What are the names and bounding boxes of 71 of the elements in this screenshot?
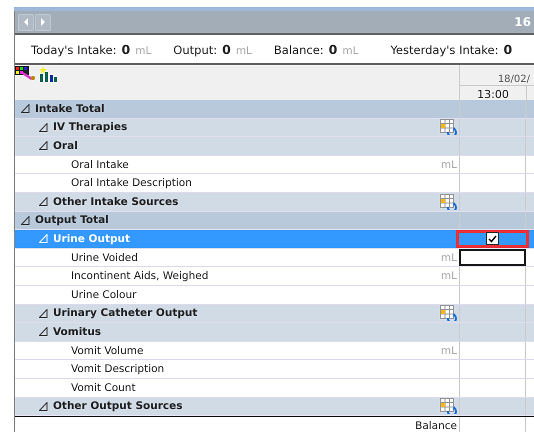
checkbox[interactable] <box>486 232 499 246</box>
row-label: Urine Voided <box>71 252 138 264</box>
table-cell[interactable] <box>459 248 526 266</box>
row-label: Urinary Catheter Output <box>53 307 198 320</box>
tree-row[interactable]: Vomitus <box>15 323 534 342</box>
right-arrow-icon <box>40 18 46 26</box>
expanded-triangle-icon[interactable] <box>39 122 48 132</box>
grid-refresh-icon[interactable] <box>440 398 457 414</box>
tree-row[interactable]: Urinary Catheter Output <box>15 304 534 324</box>
summary-value: 0 <box>222 42 231 56</box>
tree-row[interactable]: IV Therapies <box>15 118 534 138</box>
tree-row[interactable]: Vomit Description <box>15 360 534 379</box>
tree-row[interactable]: Urine Colour <box>15 286 534 305</box>
expanded-triangle-icon[interactable] <box>39 197 48 206</box>
summary-value: 0 <box>328 42 338 56</box>
next-button[interactable] <box>35 14 51 30</box>
unit-label: mL <box>236 44 252 56</box>
unit-label: mL <box>342 44 358 56</box>
tree-row[interactable]: Urine Voided mL <box>15 248 534 268</box>
balance-label: Balance <box>415 420 457 432</box>
tree-row[interactable]: Other Output Sources <box>15 398 534 416</box>
summary-label: Output: <box>173 42 218 56</box>
row-label: Other Output Sources <box>53 400 182 412</box>
unit-label: mL <box>440 158 457 171</box>
column-date: 18/02/ <box>460 74 534 86</box>
row-label: Incontinent Aids, Weighed <box>71 270 208 282</box>
row-label: Vomitus <box>53 326 102 338</box>
bar-chart-icon[interactable] <box>38 66 58 82</box>
tree-row[interactable]: Incontinent Aids, Weighed mL <box>15 267 534 286</box>
previous-button[interactable] <box>18 14 34 30</box>
palette-brush-icon[interactable] <box>15 66 37 80</box>
grid-refresh-icon[interactable] <box>440 194 457 210</box>
summary-label: Yesterday's Intake: <box>390 42 499 56</box>
expanded-triangle-icon[interactable] <box>21 216 30 225</box>
left-arrow-icon <box>23 18 29 26</box>
expanded-triangle-icon[interactable] <box>39 141 48 150</box>
row-label: Urine Colour <box>71 288 136 301</box>
tree-row[interactable]: Oral <box>15 137 534 156</box>
row-label: Vomit Count <box>71 382 136 394</box>
tree-row[interactable]: Other Intake Sources <box>15 192 534 212</box>
tree-row[interactable]: Vomit Volume mL <box>15 342 534 360</box>
summary-label: Balance: <box>274 42 324 56</box>
summary-value: 0 <box>504 42 512 56</box>
row-label: Oral <box>53 140 78 152</box>
row-label: Oral Intake Description <box>71 177 192 190</box>
row-label: IV Therapies <box>53 121 128 134</box>
tree-row[interactable]: Vomit Count <box>15 378 534 398</box>
row-label: Oral Intake <box>71 158 129 171</box>
table-cell[interactable] <box>456 230 529 248</box>
row-label: Intake Total <box>35 102 105 115</box>
tree-row[interactable]: Output Total <box>15 212 534 230</box>
unit-label: mL <box>440 270 457 282</box>
header-date: 16 <box>514 15 531 29</box>
expanded-triangle-icon[interactable] <box>39 402 48 411</box>
tree-row[interactable]: Oral Intake mL <box>15 156 534 174</box>
expanded-triangle-icon[interactable] <box>39 327 48 336</box>
row-label: Vomit Description <box>71 363 164 376</box>
tree-row[interactable]: Intake Total <box>15 100 534 119</box>
unit-label: mL <box>440 344 457 357</box>
expanded-triangle-icon[interactable] <box>39 308 48 318</box>
summary-value: 0 <box>122 42 130 56</box>
tree-row[interactable]: Oral Intake Description <box>15 174 534 193</box>
row-label: Other Intake Sources <box>53 196 178 208</box>
unit-label: mL <box>440 252 457 264</box>
expanded-triangle-icon[interactable] <box>21 104 30 114</box>
row-label: Urine Output <box>53 232 130 245</box>
row-label: Output Total <box>35 214 109 226</box>
check-icon <box>488 234 497 243</box>
row-label: Vomit Volume <box>71 344 144 357</box>
unit-label: mL <box>135 44 152 56</box>
summary-label: Today's Intake: <box>31 42 117 56</box>
